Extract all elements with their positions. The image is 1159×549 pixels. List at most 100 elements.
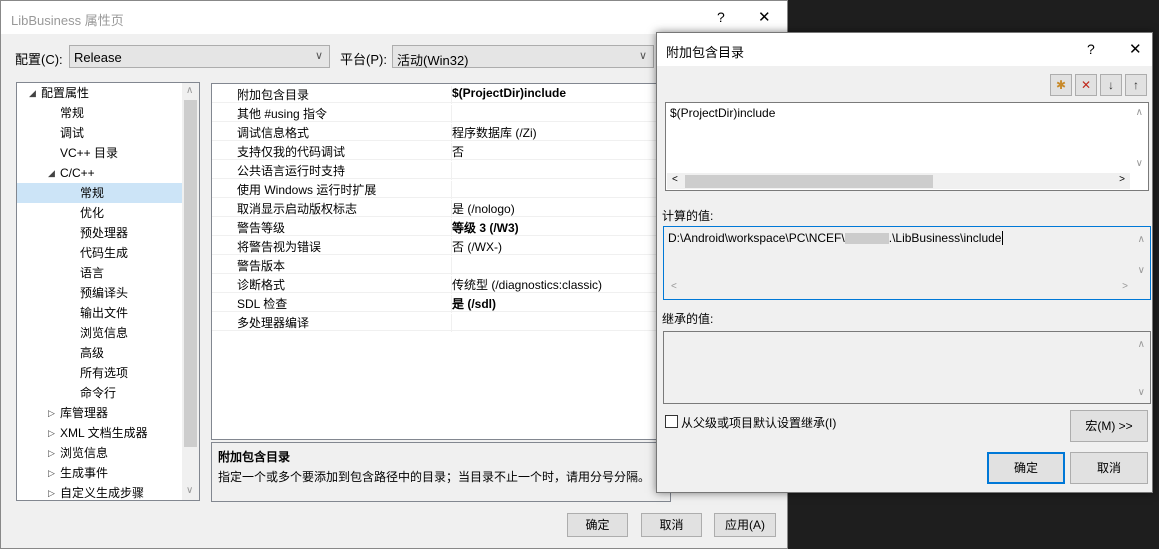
tree-item-label: 优化	[80, 206, 105, 220]
apply-button[interactable]: 应用(A)	[714, 513, 776, 537]
property-value[interactable]: 等级 3 (/W3)	[451, 219, 670, 237]
inherit-checkbox-label[interactable]: 从父级或项目默认设置继承(I)	[681, 414, 836, 431]
help-button[interactable]: ?	[717, 9, 725, 25]
property-value[interactable]	[451, 314, 670, 332]
delete-button[interactable]: ✕	[1075, 74, 1097, 96]
tree-item[interactable]: ▷ 生成事件	[17, 463, 183, 483]
property-row[interactable]: 警告版本	[212, 255, 670, 275]
scroll-left-icon[interactable]: <	[672, 174, 678, 185]
property-value[interactable]: 程序数据库 (/Zi)	[451, 124, 670, 142]
scroll-right-icon[interactable]: >	[1122, 281, 1128, 292]
scroll-right-icon[interactable]: >	[1119, 174, 1125, 185]
close-button[interactable]: ✕	[758, 8, 771, 26]
dialog-title-bar: 附加包含目录 ? ✕	[657, 33, 1152, 66]
property-row[interactable]: 其他 #using 指令	[212, 103, 670, 123]
tree-item[interactable]: ▷ 库管理器	[17, 403, 183, 423]
tree-item[interactable]: 常规	[17, 183, 183, 203]
scroll-down-icon[interactable]: ∨	[1138, 387, 1145, 398]
property-tree[interactable]: ▷ 自定义生成步骤 ▷ 生成事件 ▷ 浏览信息 ▷ XML 文档生成器 ▷ 库管理器 命令行 所有选项…	[16, 82, 200, 501]
tree-item[interactable]: 优化	[17, 203, 183, 223]
property-value[interactable]: 是 (/sdl)	[451, 295, 670, 313]
expand-arrow-icon[interactable]: ▷	[48, 463, 55, 483]
property-value[interactable]: $(ProjectDir)include	[451, 86, 670, 104]
inherit-checkbox[interactable]	[665, 415, 678, 428]
cancel-button[interactable]: 取消	[641, 513, 702, 537]
horizontal-scrollbar[interactable]: < >	[667, 173, 1130, 189]
tree-item[interactable]: 浏览信息	[17, 323, 183, 343]
tree-item[interactable]: 语言	[17, 263, 183, 283]
tree-item[interactable]: 调试	[17, 123, 183, 143]
inherited-label: 继承的值:	[662, 312, 714, 326]
property-value[interactable]	[451, 162, 670, 180]
property-value[interactable]	[451, 105, 670, 123]
move-up-button[interactable]: ↑	[1125, 74, 1147, 96]
property-row[interactable]: 公共语言运行时支持	[212, 160, 670, 180]
scroll-up-icon[interactable]: ∧	[1138, 234, 1145, 245]
property-name: 公共语言运行时支持	[237, 164, 346, 178]
tree-item[interactable]: 预处理器	[17, 223, 183, 243]
tree-item[interactable]: 命令行	[17, 383, 183, 403]
scroll-up-icon[interactable]: ∧	[1136, 107, 1143, 118]
tree-item[interactable]: VC++ 目录	[17, 143, 183, 163]
property-name: 将警告视为错误	[237, 240, 322, 254]
tree-item[interactable]: ▷ 自定义生成步骤	[17, 483, 183, 500]
ok-button[interactable]: 确定	[987, 452, 1065, 484]
expand-arrow-icon[interactable]: ▷	[48, 423, 55, 443]
config-select[interactable]: Release ∨	[69, 45, 330, 68]
macro-button[interactable]: 宏(M) >>	[1070, 410, 1148, 442]
scroll-down-icon[interactable]: ∨	[1136, 158, 1143, 169]
property-value[interactable]	[451, 181, 670, 199]
expand-arrow-icon[interactable]: ▷	[48, 483, 55, 500]
property-row[interactable]: 取消显示启动版权标志 是 (/nologo)	[212, 198, 670, 218]
directory-entry[interactable]: $(ProjectDir)include	[670, 106, 775, 120]
cancel-button[interactable]: 取消	[1070, 452, 1148, 484]
scroll-down-icon[interactable]: ∨	[186, 485, 193, 496]
tree-item[interactable]: 输出文件	[17, 303, 183, 323]
help-button[interactable]: ?	[1087, 41, 1095, 57]
collapse-arrow-icon[interactable]: ◢	[48, 163, 55, 183]
scroll-up-icon[interactable]: ∧	[186, 85, 193, 96]
move-down-button[interactable]: ↓	[1100, 74, 1122, 96]
inherited-value-box[interactable]: ∧ ∨	[663, 331, 1151, 404]
tree-item[interactable]: ◢ C/C++	[17, 163, 183, 183]
tree-item[interactable]: 所有选项	[17, 363, 183, 383]
property-row[interactable]: 诊断格式 传统型 (/diagnostics:classic)	[212, 274, 670, 294]
property-row[interactable]: 附加包含目录 $(ProjectDir)include	[212, 84, 670, 104]
tree-item[interactable]: 预编译头	[17, 283, 183, 303]
property-row[interactable]: 多处理器编译	[212, 312, 670, 332]
tree-item[interactable]: 常规	[17, 103, 183, 123]
property-row[interactable]: 使用 Windows 运行时扩展	[212, 179, 670, 199]
scroll-thumb[interactable]	[685, 175, 933, 188]
property-row[interactable]: 支持仅我的代码调试 否	[212, 141, 670, 161]
property-row[interactable]: 调试信息格式 程序数据库 (/Zi)	[212, 122, 670, 142]
directory-list[interactable]: $(ProjectDir)include ∧ ∨ < >	[665, 102, 1149, 191]
scroll-left-icon[interactable]: <	[671, 281, 677, 292]
property-value[interactable]: 否	[451, 143, 670, 161]
tree-item[interactable]: ▷ XML 文档生成器	[17, 423, 183, 443]
tree-item-label: 预处理器	[80, 226, 129, 240]
property-row[interactable]: 将警告视为错误 否 (/WX-)	[212, 236, 670, 256]
tree-item[interactable]: ◢ 配置属性	[17, 83, 183, 103]
property-value[interactable]: 传统型 (/diagnostics:classic)	[451, 276, 670, 294]
tree-item[interactable]: ▷ 浏览信息	[17, 443, 183, 463]
new-line-button[interactable]: ✱	[1050, 74, 1072, 96]
tree-item[interactable]: 代码生成	[17, 243, 183, 263]
close-button[interactable]: ✕	[1129, 40, 1142, 58]
property-value[interactable]: 是 (/nologo)	[451, 200, 670, 218]
expand-arrow-icon[interactable]: ▷	[48, 443, 55, 463]
property-row[interactable]: 警告等级 等级 3 (/W3)	[212, 217, 670, 237]
scroll-up-icon[interactable]: ∧	[1138, 339, 1145, 350]
tree-item[interactable]: 高级	[17, 343, 183, 363]
property-value[interactable]: 否 (/WX-)	[451, 238, 670, 256]
property-row[interactable]: SDL 检查 是 (/sdl)	[212, 293, 670, 313]
expand-arrow-icon[interactable]: ▷	[48, 403, 55, 423]
computed-value-box[interactable]: D:\Android\workspace\PC\NCEF\ .\LibBusine…	[663, 226, 1151, 300]
scroll-down-icon[interactable]: ∨	[1138, 265, 1145, 276]
property-grid[interactable]: 附加包含目录 $(ProjectDir)include 其他 #using 指令 调试…	[211, 83, 671, 440]
collapse-arrow-icon[interactable]: ◢	[29, 83, 36, 103]
platform-select[interactable]: 活动(Win32) ∨	[392, 45, 654, 68]
property-value[interactable]	[451, 257, 670, 275]
tree-scrollbar[interactable]: ∧ ∨	[182, 83, 199, 500]
ok-button[interactable]: 确定	[567, 513, 628, 537]
scroll-thumb[interactable]	[184, 100, 197, 447]
